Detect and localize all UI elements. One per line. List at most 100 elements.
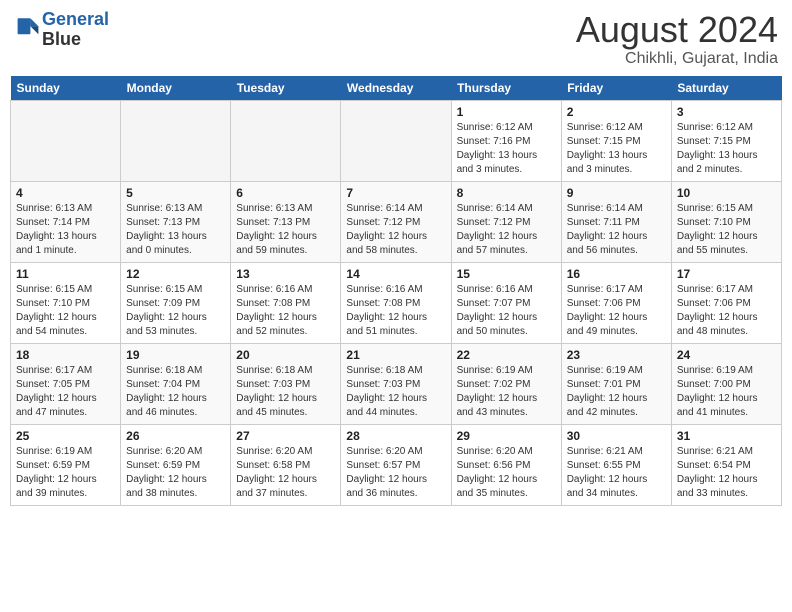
- day-info: Sunrise: 6:19 AMSunset: 7:00 PMDaylight:…: [677, 364, 776, 420]
- logo-line1: General: [42, 9, 109, 29]
- day-info: Sunrise: 6:13 AMSunset: 7:13 PMDaylight:…: [236, 202, 335, 258]
- day-info: Sunrise: 6:20 AMSunset: 6:58 PMDaylight:…: [236, 445, 335, 501]
- day-number: 30: [567, 429, 666, 443]
- day-number: 1: [457, 105, 556, 119]
- day-info: Sunrise: 6:15 AMSunset: 7:10 PMDaylight:…: [16, 283, 115, 339]
- week-row-5: 25Sunrise: 6:19 AMSunset: 6:59 PMDayligh…: [11, 424, 782, 505]
- day-number: 29: [457, 429, 556, 443]
- day-info: Sunrise: 6:12 AMSunset: 7:15 PMDaylight:…: [677, 121, 776, 177]
- day-number: 17: [677, 267, 776, 281]
- day-header-sunday: Sunday: [11, 76, 121, 101]
- day-number: 8: [457, 186, 556, 200]
- calendar-body: 1 Sunrise: 6:12 AMSunset: 7:16 PMDaylight…: [11, 100, 782, 505]
- calendar-cell: 6Sunrise: 6:13 AMSunset: 7:13 PMDaylight…: [231, 181, 341, 262]
- calendar-cell: 15 Sunrise: 6:16 AMSunset: 7:07 PMDayligh…: [451, 262, 561, 343]
- day-header-thursday: Thursday: [451, 76, 561, 101]
- calendar-cell: 5Sunrise: 6:13 AMSunset: 7:13 PMDaylight…: [121, 181, 231, 262]
- day-info: Sunrise: 6:20 AMSunset: 6:59 PMDaylight:…: [126, 445, 225, 501]
- calendar-cell: [231, 100, 341, 181]
- day-info: Sunrise: 6:13 AMSunset: 7:14 PMDaylight:…: [16, 202, 115, 258]
- day-info: Sunrise: 6:17 AMSunset: 7:05 PMDaylight:…: [16, 364, 115, 420]
- calendar-cell: 25Sunrise: 6:19 AMSunset: 6:59 PMDayligh…: [11, 424, 121, 505]
- day-info: Sunrise: 6:15 AMSunset: 7:10 PMDaylight:…: [677, 202, 776, 258]
- title-area: August 2024 Chikhli, Gujarat, India: [576, 10, 778, 68]
- day-info: Sunrise: 6:17 AMSunset: 7:06 PMDaylight:…: [567, 283, 666, 339]
- calendar-cell: 29Sunrise: 6:20 AMSunset: 6:56 PMDayligh…: [451, 424, 561, 505]
- calendar-cell: 14 Sunrise: 6:16 AMSunset: 7:08 PMDayligh…: [341, 262, 451, 343]
- day-number: 19: [126, 348, 225, 362]
- day-info: Sunrise: 6:21 AMSunset: 6:54 PMDaylight:…: [677, 445, 776, 501]
- logo: General Blue: [14, 10, 109, 50]
- day-number: 13: [236, 267, 335, 281]
- calendar-cell: [11, 100, 121, 181]
- day-info: Sunrise: 6:19 AMSunset: 6:59 PMDaylight:…: [16, 445, 115, 501]
- calendar-cell: 1 Sunrise: 6:12 AMSunset: 7:16 PMDaylight…: [451, 100, 561, 181]
- day-number: 21: [346, 348, 445, 362]
- calendar-cell: [341, 100, 451, 181]
- calendar-cell: 10Sunrise: 6:15 AMSunset: 7:10 PMDayligh…: [671, 181, 781, 262]
- calendar-cell: 30 Sunrise: 6:21 AMSunset: 6:55 PMDayligh…: [561, 424, 671, 505]
- day-number: 15: [457, 267, 556, 281]
- day-number: 3: [677, 105, 776, 119]
- days-header-row: SundayMondayTuesdayWednesdayThursdayFrid…: [11, 76, 782, 101]
- logo-text: General Blue: [42, 10, 109, 50]
- calendar-cell: 24 Sunrise: 6:19 AMSunset: 7:00 PMDayligh…: [671, 343, 781, 424]
- day-header-wednesday: Wednesday: [341, 76, 451, 101]
- day-info: Sunrise: 6:12 AMSunset: 7:16 PMDaylight:…: [457, 121, 556, 177]
- day-info: Sunrise: 6:14 AMSunset: 7:12 PMDaylight:…: [346, 202, 445, 258]
- calendar-cell: 28Sunrise: 6:20 AMSunset: 6:57 PMDayligh…: [341, 424, 451, 505]
- day-info: Sunrise: 6:16 AMSunset: 7:08 PMDaylight:…: [346, 283, 445, 339]
- day-info: Sunrise: 6:14 AMSunset: 7:11 PMDaylight:…: [567, 202, 666, 258]
- calendar-cell: 21 Sunrise: 6:18 AMSunset: 7:03 PMDayligh…: [341, 343, 451, 424]
- day-info: Sunrise: 6:18 AMSunset: 7:03 PMDaylight:…: [236, 364, 335, 420]
- day-info: Sunrise: 6:18 AMSunset: 7:04 PMDaylight:…: [126, 364, 225, 420]
- day-number: 12: [126, 267, 225, 281]
- day-number: 31: [677, 429, 776, 443]
- day-info: Sunrise: 6:16 AMSunset: 7:08 PMDaylight:…: [236, 283, 335, 339]
- calendar-cell: 18 Sunrise: 6:17 AMSunset: 7:05 PMDayligh…: [11, 343, 121, 424]
- day-info: Sunrise: 6:16 AMSunset: 7:07 PMDaylight:…: [457, 283, 556, 339]
- day-info: Sunrise: 6:14 AMSunset: 7:12 PMDaylight:…: [457, 202, 556, 258]
- calendar-cell: 7Sunrise: 6:14 AMSunset: 7:12 PMDaylight…: [341, 181, 451, 262]
- week-row-1: 1 Sunrise: 6:12 AMSunset: 7:16 PMDaylight…: [11, 100, 782, 181]
- calendar-cell: 20Sunrise: 6:18 AMSunset: 7:03 PMDayligh…: [231, 343, 341, 424]
- logo-icon: [16, 15, 40, 39]
- day-number: 23: [567, 348, 666, 362]
- day-info: Sunrise: 6:13 AMSunset: 7:13 PMDaylight:…: [126, 202, 225, 258]
- calendar-cell: 23 Sunrise: 6:19 AMSunset: 7:01 PMDayligh…: [561, 343, 671, 424]
- day-info: Sunrise: 6:20 AMSunset: 6:57 PMDaylight:…: [346, 445, 445, 501]
- day-info: Sunrise: 6:17 AMSunset: 7:06 PMDaylight:…: [677, 283, 776, 339]
- day-number: 16: [567, 267, 666, 281]
- calendar-table: SundayMondayTuesdayWednesdayThursdayFrid…: [10, 76, 782, 506]
- calendar-cell: 19 Sunrise: 6:18 AMSunset: 7:04 PMDayligh…: [121, 343, 231, 424]
- page-header: General Blue August 2024 Chikhli, Gujara…: [10, 10, 782, 68]
- day-info: Sunrise: 6:15 AMSunset: 7:09 PMDaylight:…: [126, 283, 225, 339]
- week-row-4: 18 Sunrise: 6:17 AMSunset: 7:05 PMDayligh…: [11, 343, 782, 424]
- day-info: Sunrise: 6:19 AMSunset: 7:02 PMDaylight:…: [457, 364, 556, 420]
- day-header-saturday: Saturday: [671, 76, 781, 101]
- calendar-cell: 3 Sunrise: 6:12 AMSunset: 7:15 PMDaylight…: [671, 100, 781, 181]
- day-number: 22: [457, 348, 556, 362]
- day-number: 11: [16, 267, 115, 281]
- day-info: Sunrise: 6:21 AMSunset: 6:55 PMDaylight:…: [567, 445, 666, 501]
- calendar-cell: 16 Sunrise: 6:17 AMSunset: 7:06 PMDayligh…: [561, 262, 671, 343]
- day-number: 27: [236, 429, 335, 443]
- week-row-3: 11 Sunrise: 6:15 AMSunset: 7:10 PMDayligh…: [11, 262, 782, 343]
- day-header-monday: Monday: [121, 76, 231, 101]
- day-number: 24: [677, 348, 776, 362]
- day-number: 26: [126, 429, 225, 443]
- day-number: 14: [346, 267, 445, 281]
- week-row-2: 4Sunrise: 6:13 AMSunset: 7:14 PMDaylight…: [11, 181, 782, 262]
- day-number: 2: [567, 105, 666, 119]
- calendar-cell: 9 Sunrise: 6:14 AMSunset: 7:11 PMDaylight…: [561, 181, 671, 262]
- day-header-friday: Friday: [561, 76, 671, 101]
- day-info: Sunrise: 6:19 AMSunset: 7:01 PMDaylight:…: [567, 364, 666, 420]
- calendar-cell: 11 Sunrise: 6:15 AMSunset: 7:10 PMDayligh…: [11, 262, 121, 343]
- logo-line2: Blue: [42, 30, 109, 50]
- day-info: Sunrise: 6:18 AMSunset: 7:03 PMDaylight:…: [346, 364, 445, 420]
- month-year: August 2024: [576, 10, 778, 50]
- calendar-cell: 26 Sunrise: 6:20 AMSunset: 6:59 PMDayligh…: [121, 424, 231, 505]
- day-number: 9: [567, 186, 666, 200]
- day-number: 18: [16, 348, 115, 362]
- calendar-cell: 13 Sunrise: 6:16 AMSunset: 7:08 PMDayligh…: [231, 262, 341, 343]
